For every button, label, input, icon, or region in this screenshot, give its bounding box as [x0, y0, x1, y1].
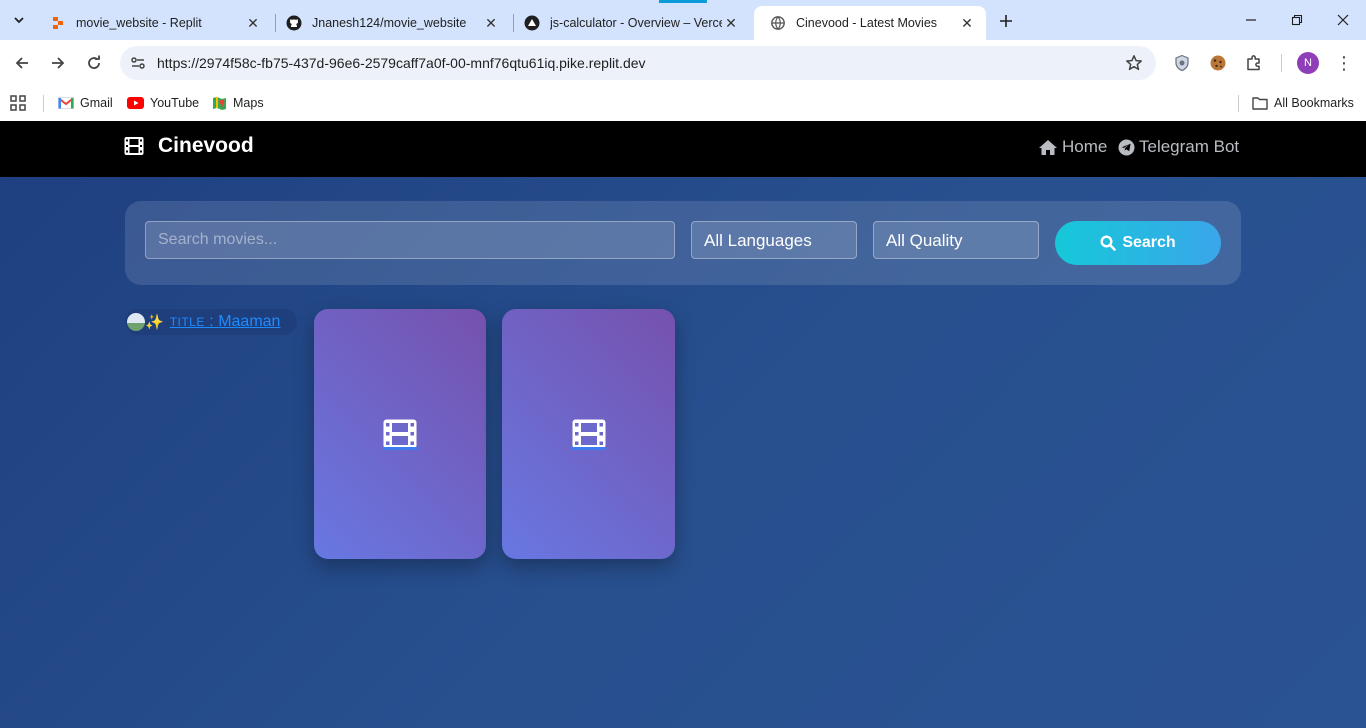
apps-grid-icon[interactable] — [10, 92, 26, 114]
bookmark-label: Maps — [233, 96, 264, 110]
search-button-label: Search — [1122, 234, 1176, 251]
tab-github[interactable]: Jnanesh124/movie_website ✕ — [270, 6, 510, 40]
reload-icon — [88, 55, 100, 69]
bookmark-divider — [1238, 95, 1239, 112]
replit-icon — [50, 15, 66, 31]
browser-toolbar: https://2974f58c-fb75-437d-96e6-2579caff… — [0, 40, 1366, 86]
film-icon — [383, 419, 417, 450]
movie-poster[interactable] — [502, 309, 675, 559]
brand-logo[interactable]: Cinevood — [124, 134, 254, 158]
folder-icon — [1252, 96, 1268, 110]
address-bar[interactable]: https://2974f58c-fb75-437d-96e6-2579caff… — [120, 46, 1156, 80]
url-text[interactable]: https://2974f58c-fb75-437d-96e6-2579caff… — [157, 55, 646, 71]
site-header: Cinevood Home Telegram Bot — [0, 121, 1366, 177]
tab-title: movie_website - Replit — [76, 16, 202, 30]
broken-image-icon — [127, 313, 145, 331]
sparkle-icon: ✨ — [145, 314, 164, 331]
search-input[interactable] — [145, 221, 675, 259]
brand-name: Cinevood — [158, 134, 254, 157]
nav-label: Telegram Bot — [1139, 137, 1240, 156]
restore-icon — [1291, 14, 1303, 26]
tab-vercel[interactable]: js-calculator - Overview – Vercel ✕ — [508, 6, 750, 40]
github-icon — [286, 15, 302, 31]
toolbar-divider — [1281, 54, 1282, 72]
close-icon — [1337, 14, 1349, 26]
close-icon[interactable]: ✕ — [722, 14, 740, 32]
nav-telegram-bot[interactable]: Telegram Bot — [1118, 137, 1239, 157]
close-icon[interactable]: ✕ — [482, 14, 500, 32]
bookmark-label: YouTube — [150, 96, 200, 110]
language-select[interactable]: All Languages — [691, 221, 857, 259]
search-icon — [1100, 235, 1117, 251]
bookmark-gmail[interactable]: Gmail — [58, 92, 113, 114]
bookmarks-bar: Gmail YouTube Maps All Bookmarks — [0, 86, 1366, 121]
chevron-down-icon — [14, 17, 24, 24]
new-tab-button[interactable] — [994, 9, 1018, 33]
bookmark-maps[interactable]: Maps — [212, 92, 264, 114]
movie-title: Maaman — [218, 313, 281, 330]
close-window-button[interactable] — [1320, 0, 1366, 40]
shield-extension-icon[interactable] — [1171, 52, 1193, 74]
tab-title: Jnanesh124/movie_website — [312, 16, 467, 30]
movie-poster[interactable] — [314, 309, 486, 559]
title-prefix: TITLE — [169, 315, 205, 329]
profile-avatar[interactable]: N — [1297, 52, 1319, 74]
puzzle-extensions-icon[interactable] — [1243, 52, 1265, 74]
telegram-icon — [1118, 139, 1135, 156]
all-bookmarks-label: All Bookmarks — [1274, 96, 1354, 110]
bookmark-star-icon[interactable] — [1124, 53, 1144, 73]
tab-strip: movie_website - Replit ✕ Jnanesh124/movi… — [0, 0, 1366, 40]
menu-kebab-icon[interactable]: ⋮ — [1334, 52, 1354, 74]
tab-title: js-calculator - Overview – Vercel — [550, 16, 722, 30]
site-info-icon[interactable] — [126, 51, 150, 75]
arrow-right-icon — [52, 57, 65, 69]
bookmark-divider — [43, 95, 44, 112]
close-icon[interactable]: ✕ — [958, 14, 976, 32]
tab-replit[interactable]: movie_website - Replit ✕ — [34, 6, 272, 40]
search-panel: All Languages All Quality Search — [125, 201, 1241, 285]
nav-label: Home — [1062, 137, 1108, 156]
film-icon — [571, 419, 606, 450]
tab-accent — [659, 0, 707, 3]
page-content: Cinevood Home Telegram Bot All Languages… — [0, 121, 1366, 728]
youtube-icon — [127, 97, 144, 109]
tab-search-button[interactable] — [6, 8, 32, 32]
bookmark-youtube[interactable]: YouTube — [127, 92, 199, 114]
back-button[interactable] — [8, 49, 36, 77]
title-separator: : — [204, 313, 219, 330]
reload-button[interactable] — [80, 49, 108, 77]
home-icon — [1038, 139, 1058, 156]
gmail-icon — [58, 97, 74, 109]
bookmark-label: Gmail — [80, 96, 113, 110]
nav-home[interactable]: Home — [1038, 137, 1107, 157]
tab-title: Cinevood - Latest Movies — [796, 16, 938, 30]
minimize-icon — [1246, 19, 1256, 21]
maps-icon — [212, 96, 227, 111]
globe-icon — [770, 15, 786, 31]
tab-cinevood[interactable]: Cinevood - Latest Movies ✕ — [754, 6, 986, 40]
plus-icon — [1000, 15, 1012, 27]
arrow-left-icon — [15, 57, 28, 69]
restore-button[interactable] — [1274, 0, 1320, 40]
quality-select[interactable]: All Quality — [873, 221, 1039, 259]
movie-card[interactable]: ✨ TITLE : Maaman — [125, 309, 297, 335]
film-icon — [124, 136, 144, 156]
minimize-button[interactable] — [1228, 0, 1274, 40]
close-icon[interactable]: ✕ — [244, 14, 262, 32]
vercel-icon — [524, 15, 540, 31]
search-button[interactable]: Search — [1055, 221, 1221, 265]
forward-button[interactable] — [44, 49, 72, 77]
cookie-extension-icon[interactable] — [1207, 52, 1229, 74]
movie-title-link[interactable]: TITLE : Maaman — [170, 313, 281, 331]
all-bookmarks-button[interactable]: All Bookmarks — [1252, 92, 1354, 114]
